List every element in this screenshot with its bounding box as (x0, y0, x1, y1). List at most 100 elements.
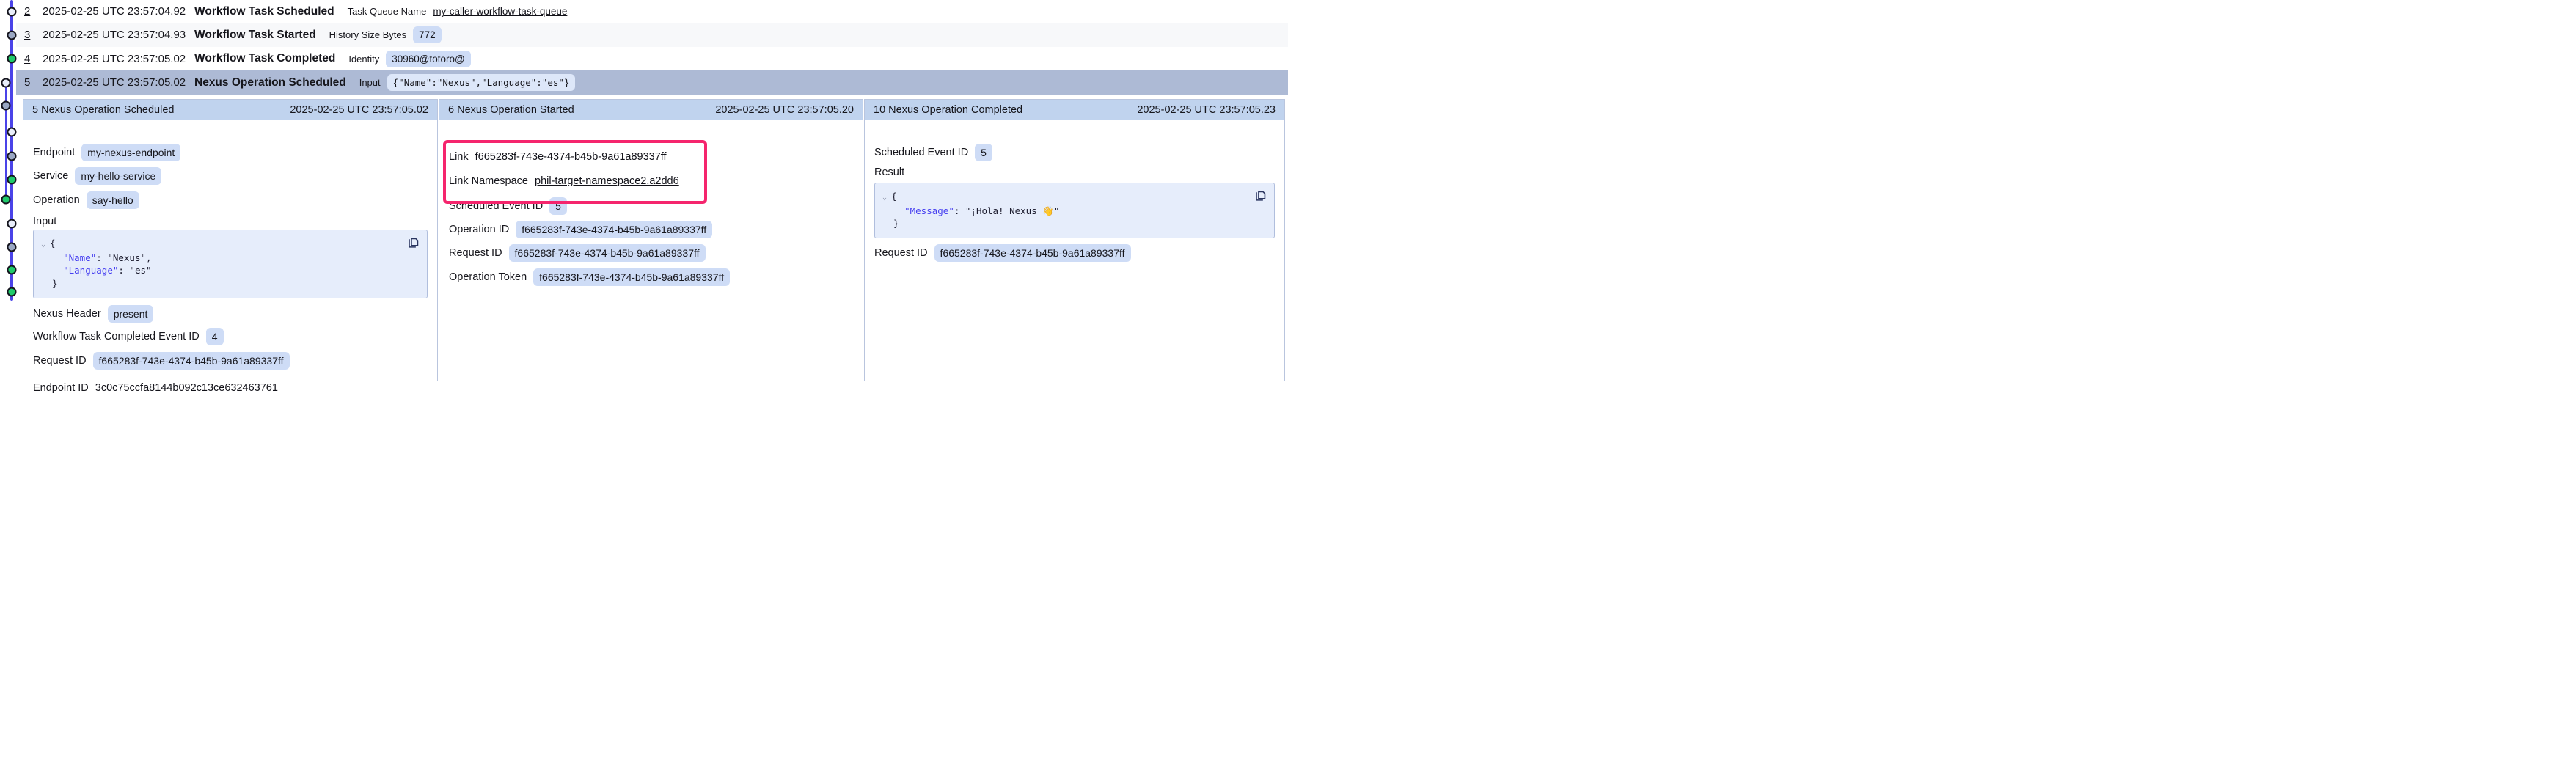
event-attribute-label: Task Queue Name (348, 6, 427, 17)
detail-field-row: Endpoint my-nexus-endpoint (33, 144, 428, 161)
json-text: } (882, 218, 899, 229)
detail-panel-body: Linkf665283f-743e-4374-b45b-9a61a89337ff… (439, 120, 863, 381)
json-code-line: "Language": "es" (41, 264, 420, 277)
timeline-main-line (10, 0, 13, 301)
timeline-event-dot-started[interactable] (7, 242, 16, 252)
collapse-chevron-icon[interactable]: ⌄ (882, 191, 891, 205)
detail-field-row: Link Namespace phil-target-namespace2.a2d… (449, 175, 853, 187)
detail-field-row: Nexus Header present (33, 305, 428, 323)
event-id-link[interactable]: 2 (24, 5, 43, 18)
event-timestamp: 2025-02-25 UTC 23:57:04.93 (43, 29, 194, 41)
detail-panel-timestamp: 2025-02-25 UTC 23:57:05.20 (715, 104, 854, 116)
detail-field-badge: 5 (975, 144, 992, 161)
detail-field-link[interactable]: phil-target-namespace2.a2dd6 (535, 175, 679, 187)
detail-field-badge: my-nexus-endpoint (81, 144, 180, 161)
detail-field-badge: 5 (549, 197, 567, 215)
workflow-event-history-view: 22025-02-25 UTC 23:57:04.92Workflow Task… (0, 0, 1288, 386)
event-timestamp: 2025-02-25 UTC 23:57:05.02 (43, 76, 194, 89)
detail-field-label: Request ID (874, 247, 928, 259)
timeline-event-dot-completed[interactable] (7, 287, 16, 297)
json-text: : "es" (118, 265, 151, 276)
timeline-branch-line (5, 82, 7, 200)
json-code-line: ⌄{ (41, 237, 420, 252)
detail-panel-timestamp: 2025-02-25 UTC 23:57:05.23 (1137, 104, 1276, 116)
event-name: Workflow Task Started (194, 29, 316, 42)
detail-field-row: Scheduled Event ID5 (874, 144, 1275, 161)
detail-panel-header: 5 Nexus Operation Scheduled2025-02-25 UT… (23, 100, 437, 120)
timeline-event-dot-started[interactable] (7, 151, 16, 161)
json-code-line: "Message": "¡Hola! Nexus 👋" (882, 205, 1267, 218)
timeline-event-dot-scheduled[interactable] (1, 78, 10, 87)
timeline-event-dot-started[interactable] (7, 31, 16, 40)
detail-field-badge: f665283f-743e-4374-b45b-9a61a89337ff (509, 244, 706, 262)
detail-panel-timestamp: 2025-02-25 UTC 23:57:05.02 (290, 104, 428, 116)
event-attribute-label: Identity (348, 54, 379, 65)
detail-panel-body: Scheduled Event ID5 Result ⌄{ "Message": "… (865, 120, 1284, 381)
detail-section-label-text: Result (874, 166, 904, 178)
detail-panel-title: 10 Nexus Operation Completed (874, 104, 1022, 116)
event-row-4[interactable]: 42025-02-25 UTC 23:57:05.02Workflow Task… (16, 47, 1288, 70)
json-text (41, 252, 63, 263)
detail-field-badge: f665283f-743e-4374-b45b-9a61a89337ff (516, 221, 712, 238)
timeline-event-dot-scheduled[interactable] (7, 128, 16, 137)
json-code-line: } (882, 217, 1267, 230)
timeline-event-dot-completed[interactable] (7, 175, 16, 185)
timeline-event-dot-scheduled[interactable] (7, 7, 16, 17)
detail-field-label: Service (33, 170, 68, 182)
detail-field-label: Scheduled Event ID (449, 200, 543, 212)
event-attribute-value: 772 (413, 26, 442, 43)
event-name: Nexus Operation Scheduled (194, 76, 346, 89)
detail-field-badge: present (108, 305, 154, 323)
detail-panel-title: 6 Nexus Operation Started (448, 104, 574, 116)
detail-field-row: Workflow Task Completed Event ID4 (33, 328, 428, 345)
json-key: "Language" (63, 265, 118, 276)
detail-field-row: Operationsay-hello (33, 191, 428, 209)
timeline-event-dot-completed[interactable] (1, 195, 10, 205)
detail-field-label: Link Namespace (449, 175, 528, 187)
event-name: Workflow Task Completed (194, 52, 335, 65)
detail-section-label: Input (33, 216, 428, 227)
detail-field-link[interactable]: f665283f-743e-4374-b45b-9a61a89337ff (475, 151, 667, 163)
detail-panel-3: 10 Nexus Operation Completed 2025-02-25 U… (864, 99, 1285, 381)
detail-field-row: Servicemy-hello-service (33, 167, 428, 185)
detail-field-label: Nexus Header (33, 308, 101, 320)
timeline-event-dot-started[interactable] (1, 101, 10, 111)
event-row-2[interactable]: 22025-02-25 UTC 23:57:04.92Workflow Task… (16, 0, 1288, 23)
timeline-event-dot-completed[interactable] (7, 54, 16, 64)
copy-icon[interactable] (407, 236, 420, 249)
detail-field-label: Request ID (449, 247, 502, 259)
event-attribute-value: {"Name":"Nexus","Language":"es"} (387, 74, 576, 91)
detail-field-label: Endpoint (33, 147, 75, 158)
detail-panel-1: 5 Nexus Operation Scheduled2025-02-25 UT… (23, 99, 438, 381)
event-id-link[interactable]: 5 (24, 76, 43, 89)
json-text: : "Nexus", (96, 252, 151, 263)
event-id-link[interactable]: 4 (24, 53, 43, 65)
event-id-link[interactable]: 3 (24, 29, 43, 41)
detail-field-badge: f665283f-743e-4374-b45b-9a61a89337ff (533, 268, 730, 286)
detail-field-label: Operation ID (449, 224, 509, 235)
event-name: Workflow Task Scheduled (194, 5, 334, 18)
annotation-highlight-box (443, 140, 707, 204)
copy-icon[interactable] (1254, 189, 1267, 202)
timeline-event-dot-scheduled[interactable] (7, 219, 16, 229)
json-text (41, 265, 63, 276)
detail-section-label-text: Input (33, 216, 56, 227)
detail-field-label: Request ID (33, 355, 87, 367)
detail-field-row: Scheduled Event ID 5 (449, 197, 853, 215)
json-text (882, 205, 904, 216)
json-code-block: ⌄{ "Name": "Nexus", "Language": "es" } (33, 230, 428, 298)
json-key: "Name" (63, 252, 96, 263)
event-attribute-value[interactable]: my-caller-workflow-task-queue (433, 6, 567, 17)
event-row-5[interactable]: 52025-02-25 UTC 23:57:05.02Nexus Operati… (16, 70, 1288, 95)
json-code-line: } (41, 277, 420, 290)
collapse-chevron-icon[interactable]: ⌄ (41, 238, 50, 252)
json-key: "Message" (904, 205, 954, 216)
detail-panel-2: 6 Nexus Operation Started 2025-02-25 UTC … (439, 99, 863, 381)
detail-panel-body: Endpoint my-nexus-endpoint Servicemy-hello… (23, 120, 437, 381)
detail-field-row: Request ID f665283f-743e-4374-b45b-9a61a8… (449, 244, 853, 262)
json-code-block: ⌄{ "Message": "¡Hola! Nexus 👋" } (874, 183, 1275, 238)
timeline-event-dot-completed[interactable] (7, 265, 16, 275)
event-row-3[interactable]: 32025-02-25 UTC 23:57:04.93Workflow Task… (16, 23, 1288, 47)
json-text: { (891, 191, 897, 202)
detail-field-link[interactable]: 3c0c75ccfa8144b092c13ce632463761 (95, 382, 278, 394)
